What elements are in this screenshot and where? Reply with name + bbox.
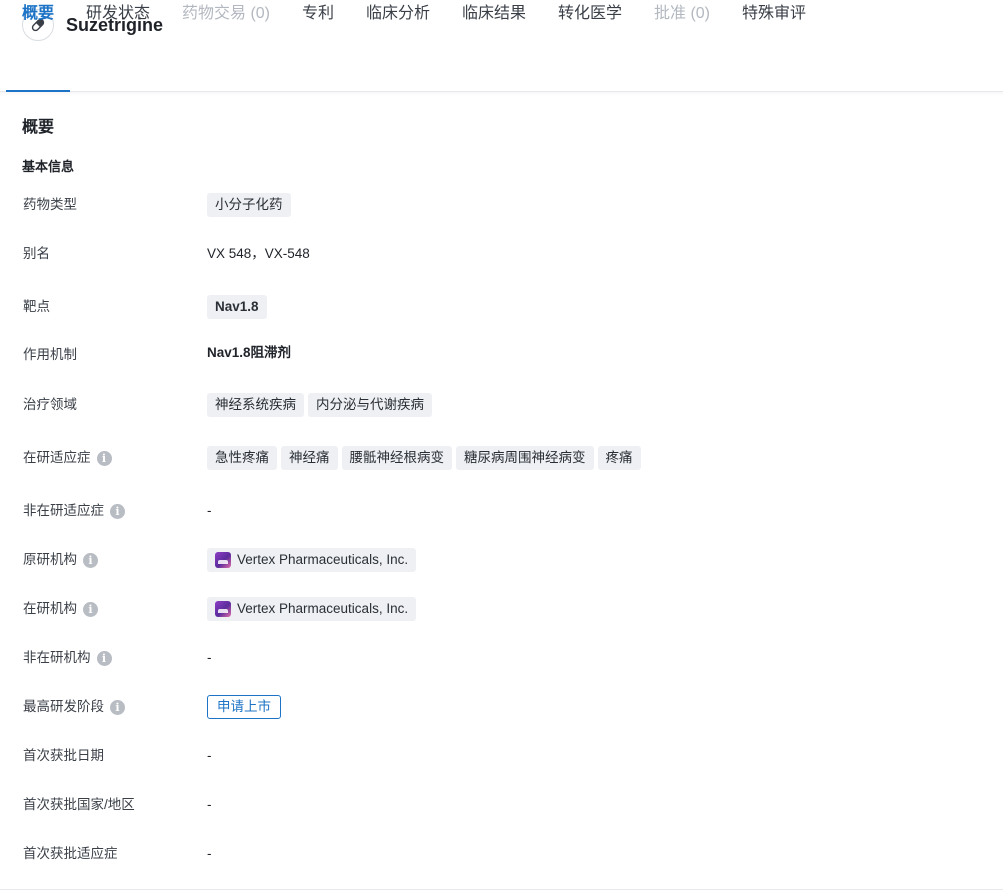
value-highest-phase: 申请上市 [207,695,281,719]
therapeutic-area-tag[interactable]: 内分泌与代谢疾病 [308,393,432,417]
tab-drug-deals: 药物交易 (0) [182,5,271,22]
info-icon[interactable]: i [83,552,98,568]
label-first-approval-country: 首次获批国家/地区 [23,797,135,812]
label-drug-type: 药物类型 [23,197,77,212]
label-active-org: 在研机构 i [23,600,98,618]
value-first-approval-country: - [207,797,212,812]
originator-org-tag[interactable]: Vertex Pharmaceuticals, Inc. [207,548,417,572]
vertex-logo-icon [215,601,231,617]
tab-translational-medicine[interactable]: 转化医学 [558,0,622,34]
info-icon[interactable]: i [96,450,112,466]
label-inactive-org: 非在研机构 i [23,649,112,667]
indication-tag[interactable]: 急性疼痛 [207,446,277,470]
tab-development-status[interactable]: 研发状态 [86,0,150,34]
tab-overview[interactable]: 概要 [22,0,54,34]
info-icon[interactable]: i [110,699,125,715]
value-alias: VX 548，VX-548 [207,246,310,261]
basic-info-title: 基本信息 [22,159,75,174]
value-originator: Vertex Pharmaceuticals, Inc. [207,548,417,572]
target-tag[interactable]: Nav1.8 [207,295,267,319]
label-originator: 原研机构 i [23,551,98,569]
value-mechanism: Nav1.8阻滞剂 [207,345,292,360]
value-drug-type: 小分子化药 [207,193,295,217]
label-highest-phase: 最高研发阶段 i [23,698,125,716]
therapeutic-area-tag[interactable]: 神经系统疾病 [207,393,304,417]
value-first-approval-date: - [207,748,212,763]
tab-clinical-analysis[interactable]: 临床分析 [366,0,430,34]
active-tab-indicator [6,90,70,92]
label-inactive-indications: 非在研适应症 i [23,502,125,520]
value-first-approval-indication: - [207,846,212,861]
indication-tag[interactable]: 糖尿病周围神经病变 [456,446,594,470]
label-mechanism: 作用机制 [23,347,77,362]
info-icon[interactable]: i [110,503,125,519]
active-org-tag[interactable]: Vertex Pharmaceuticals, Inc. [207,597,417,621]
indication-tag[interactable]: 疼痛 [597,446,641,470]
originator-org-name: Vertex Pharmaceuticals, Inc. [237,552,409,567]
value-inactive-indications: - [207,503,212,518]
bottom-divider [0,889,1003,890]
tab-approvals: 批准 (0) [654,5,711,22]
value-inactive-org: - [207,650,212,665]
tab-patents[interactable]: 专利 [302,0,334,34]
label-therapeutic-area: 治疗领域 [23,397,77,412]
label-alias: 别名 [23,246,50,261]
value-active-org: Vertex Pharmaceuticals, Inc. [207,597,417,621]
info-icon[interactable]: i [96,650,112,666]
phase-badge[interactable]: 申请上市 [207,695,281,719]
tab-special-review[interactable]: 特殊审评 [742,0,806,34]
label-first-approval-indication: 首次获批适应症 [23,846,118,861]
label-active-indications: 在研适应症 i [23,449,112,467]
info-icon[interactable]: i [83,601,98,617]
value-target: Nav1.8 [207,295,271,319]
label-first-approval-date: 首次获批日期 [23,748,104,763]
drug-header: Suzetrigine 概要 研发状态 药物交易 (0) 专利 临床分析 临床结… [0,0,1003,92]
value-active-indications: 急性疼痛 神经痛 腰骶神经根病变 糖尿病周围神经病变 疼痛 [207,446,645,470]
indication-tag[interactable]: 腰骶神经根病变 [341,446,452,470]
active-org-name: Vertex Pharmaceuticals, Inc. [237,601,409,616]
section-title: 概要 [22,119,55,136]
label-target: 靶点 [23,299,50,314]
drug-type-tag[interactable]: 小分子化药 [207,193,291,217]
tab-clinical-results[interactable]: 临床结果 [462,0,526,34]
indication-tag[interactable]: 神经痛 [281,446,338,470]
vertex-logo-icon [215,552,231,568]
value-therapeutic-area: 神经系统疾病 内分泌与代谢疾病 [207,393,436,417]
